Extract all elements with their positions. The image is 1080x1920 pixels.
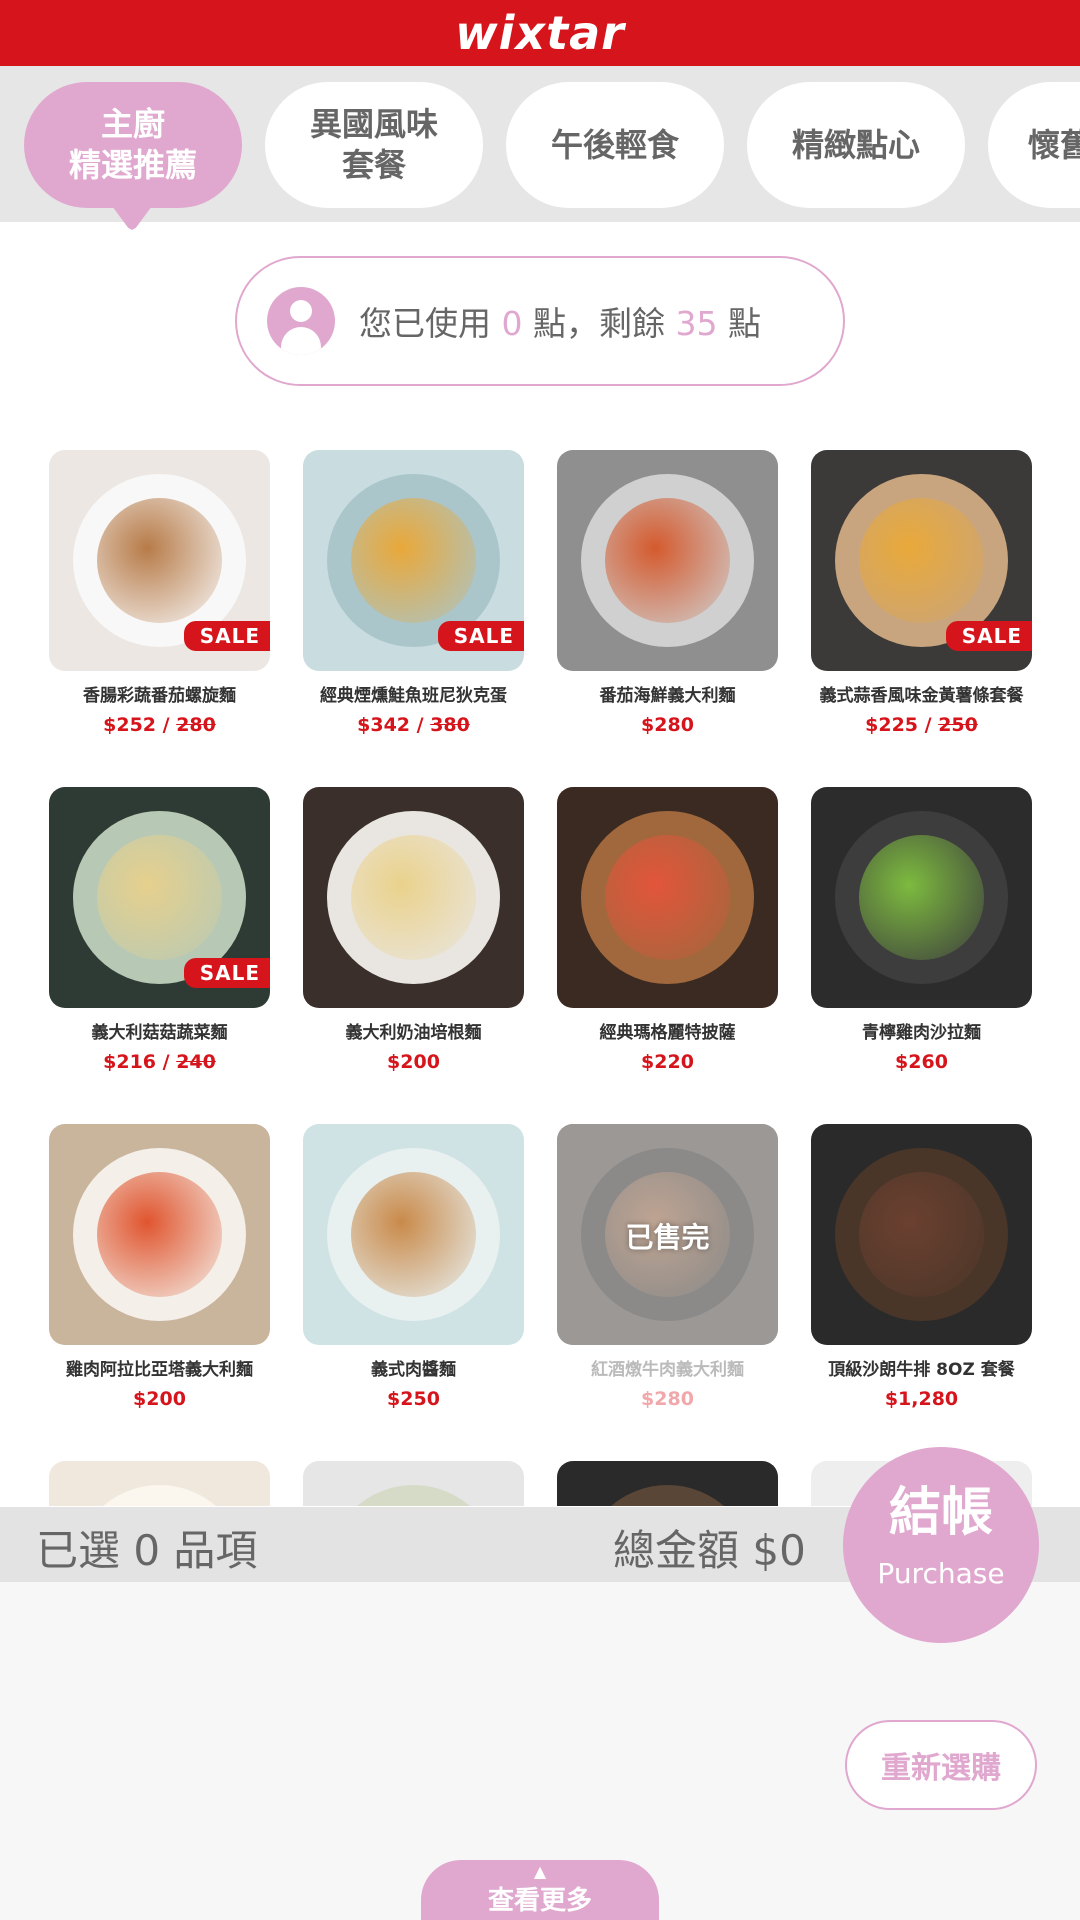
menu-item[interactable]: 經典瑪格麗特披薩 $220 [557, 787, 778, 1073]
menu-item[interactable]: SALE 義大利菇菇蔬菜麵 $216 / 240 [49, 787, 270, 1073]
eggs-benedict-photo: SALE [303, 450, 524, 671]
tab-chef-recommend[interactable]: 主廚 精選推薦 [24, 82, 242, 208]
menu-item-price: $342 / 380 [357, 714, 470, 736]
menu-item-price: $252 / 280 [103, 714, 216, 736]
menu-item-name: 義大利奶油培根麵 [345, 1023, 482, 1043]
rice-photo [557, 1461, 778, 1506]
menu-item-price: $220 [641, 1051, 694, 1073]
chicken-salad-photo [811, 787, 1032, 1008]
menu-item-name: 番茄海鮮義大利麵 [599, 686, 736, 706]
menu-item-price: $1,280 [884, 1388, 959, 1410]
wixtar-logo: wixtar [455, 6, 625, 60]
points-used: 0 [501, 304, 523, 343]
menu-item[interactable]: 義式肉醬麵 $250 [303, 1124, 524, 1410]
menu-item[interactable]: SALE 香腸彩蔬番茄螺旋麵 $252 / 280 [49, 450, 270, 736]
menu-item[interactable]: 青檸雞肉沙拉麵 $260 [811, 787, 1032, 1073]
original-price: 250 [938, 714, 978, 736]
menu-item: 已售完紅酒燉牛肉義大利麵 $280 [557, 1124, 778, 1410]
menu-item[interactable] [557, 1461, 778, 1506]
points-status: 您已使用 0 點，剩餘 35 點 [235, 256, 845, 386]
total-amount: 總金額 $0 [613, 1526, 806, 1575]
chevron-up-icon: ▲ [533, 1862, 547, 1881]
fries-photo: SALE [811, 450, 1032, 671]
pasta-photo [303, 1461, 524, 1506]
beef-stew-photo: 已售完 [557, 1124, 778, 1345]
seafood-pasta-photo [557, 450, 778, 671]
original-price: 280 [176, 714, 216, 736]
menu-item-price: $216 / 240 [103, 1051, 216, 1073]
menu-item[interactable]: 番茄海鮮義大利麵 $280 [557, 450, 778, 736]
menu-item[interactable] [49, 1461, 270, 1506]
original-price: 240 [176, 1051, 216, 1073]
menu-item-price: $200 [133, 1388, 186, 1410]
menu-item-name: 紅酒燉牛肉義大利麵 [591, 1360, 744, 1380]
menu-item-price: $260 [895, 1051, 948, 1073]
tab-afternoon-light[interactable]: 午後輕食 [506, 82, 724, 208]
reset-button[interactable]: 重新選購 [845, 1720, 1037, 1810]
menu-item-name: 雞肉阿拉比亞塔義大利麵 [66, 1360, 253, 1380]
checkout-button[interactable]: 結帳 Purchase [843, 1447, 1039, 1643]
sale-badge: SALE [183, 958, 270, 988]
menu-item-price: $250 [387, 1388, 440, 1410]
mushroom-pasta-photo: SALE [49, 787, 270, 1008]
tab-nostalgic[interactable]: 懷舊 [988, 82, 1080, 208]
category-tabs: 主廚 精選推薦 異國風味 套餐 午後輕食 精緻點心 懷舊 [0, 66, 1080, 222]
menu-item-name: 經典煙燻鮭魚班尼狄克蛋 [320, 686, 507, 706]
menu-item-price: $280 [641, 1388, 694, 1410]
sale-badge: SALE [183, 621, 270, 651]
steak-photo [811, 1124, 1032, 1345]
arrabbiata-photo [49, 1124, 270, 1345]
view-more-button[interactable]: ▲ 查看更多 [421, 1860, 659, 1920]
checkout-sublabel: Purchase [877, 1557, 1005, 1590]
selected-count: 已選 0 品項 [36, 1526, 258, 1575]
menu-grid: SALE 香腸彩蔬番茄螺旋麵 $252 / 280 SALE 經典煙燻鮭魚班尼狄克蛋 $3… [49, 450, 1033, 1506]
menu-item-price: $200 [387, 1051, 440, 1073]
soup-photo [49, 1461, 270, 1506]
fusilli-salad-photo: SALE [49, 450, 270, 671]
bolognese-photo [303, 1124, 524, 1345]
menu-item[interactable]: SALE 義式蒜香風味金黃薯條套餐 $225 / 250 [811, 450, 1032, 736]
menu-item[interactable]: 義大利奶油培根麵 $200 [303, 787, 524, 1073]
pizza-photo [557, 787, 778, 1008]
points-remaining: 35 [675, 304, 718, 343]
menu-item[interactable] [303, 1461, 524, 1506]
carbonara-photo [303, 787, 524, 1008]
menu-item-price: $225 / 250 [865, 714, 978, 736]
user-avatar-icon [267, 287, 335, 355]
menu-item-name: 義式蒜香風味金黃薯條套餐 [819, 686, 1024, 706]
app-header: wixtar [0, 0, 1080, 66]
sold-out-label: 已售完 [625, 1221, 710, 1254]
view-more-label: 查看更多 [487, 1886, 592, 1916]
tab-fine-dessert[interactable]: 精緻點心 [747, 82, 965, 208]
points-text: 您已使用 0 點，剩餘 35 點 [359, 304, 761, 343]
checkout-label: 結帳 [888, 1483, 993, 1543]
menu-item-name: 香腸彩蔬番茄螺旋麵 [83, 686, 236, 706]
menu-item[interactable]: 雞肉阿拉比亞塔義大利麵 $200 [49, 1124, 270, 1410]
menu-item-name: 經典瑪格麗特披薩 [599, 1023, 736, 1043]
menu-item-name: 頂級沙朗牛排 8OZ 套餐 [828, 1360, 1015, 1380]
menu-item-name: 青檸雞肉沙拉麵 [862, 1023, 981, 1043]
sale-badge: SALE [437, 621, 524, 651]
menu-item[interactable]: SALE 經典煙燻鮭魚班尼狄克蛋 $342 / 380 [303, 450, 524, 736]
sale-badge: SALE [945, 621, 1032, 651]
tab-exotic-set[interactable]: 異國風味 套餐 [265, 82, 483, 208]
menu-item[interactable]: 頂級沙朗牛排 8OZ 套餐 $1,280 [811, 1124, 1032, 1410]
menu-item-name: 義式肉醬麵 [371, 1360, 456, 1380]
original-price: 380 [430, 714, 470, 736]
menu-item-price: $280 [641, 714, 694, 736]
menu-item-name: 義大利菇菇蔬菜麵 [91, 1023, 228, 1043]
